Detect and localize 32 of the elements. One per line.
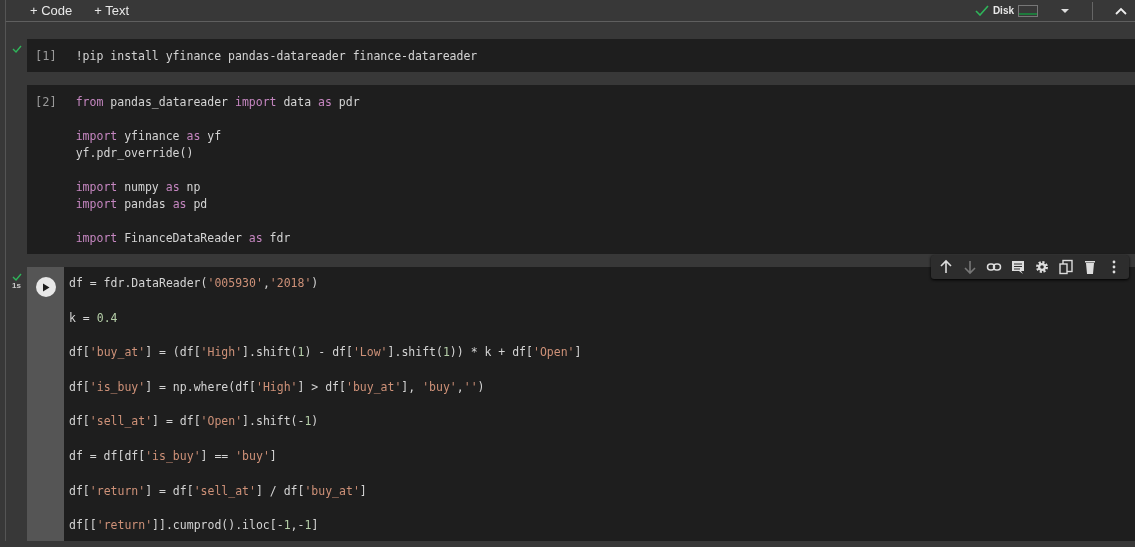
- code-line: k = 0.4: [69, 309, 119, 327]
- duration-label: 1s: [12, 281, 21, 290]
- code-line: df['sell_at'] = df['Open'].shift(-1): [69, 413, 320, 431]
- play-icon: [41, 282, 50, 292]
- comment-icon[interactable]: [1009, 258, 1027, 276]
- code-line: !pip install yfinance pandas-datareader finance-datareader: [75, 48, 479, 65]
- code-line: df['return'] = df['sell_at'] / df['buy_at']: [69, 482, 368, 500]
- move-down-icon[interactable]: [961, 258, 979, 276]
- disk-label: Disk: [992, 5, 1014, 16]
- code-line: import numpy as np: [75, 179, 202, 196]
- code-cell[interactable]: [1] !pip install yfinance pandas-datareader finance-datareader: [27, 39, 1135, 72]
- disk-meter-icon: [1018, 4, 1038, 17]
- code-cell[interactable]: [2] from pandas_datareader import data as pdr import yfinance as yf yf.pdr_override() import numpy as np import pandas as pd import FinanceDataReader as fdr: [27, 85, 1135, 254]
- code-line: yf.pdr_override(): [75, 145, 195, 162]
- execution-count: [1]: [35, 48, 57, 65]
- code-line: df['buy_at'] = (df['High'].shift(1) - df['Low'].shift(1)) * k + df['Open']: [69, 344, 583, 362]
- code-line: df[['return']].cumprod().iloc[-1,-1]: [69, 517, 320, 535]
- code-line: import FinanceDataReader as fdr: [75, 230, 292, 247]
- code-line: df = df[df['is_buy'] == 'buy']: [69, 447, 278, 465]
- code-line: df['is_buy'] = np.where(df['High'] > df['buy_at'], 'buy',''): [69, 378, 486, 396]
- code-line: from pandas_datareader import data as pdr: [75, 94, 361, 111]
- execution-count: [2]: [35, 94, 57, 111]
- run-button[interactable]: [35, 277, 56, 297]
- settings-icon[interactable]: [1033, 258, 1051, 276]
- dropdown-icon[interactable]: [1060, 7, 1070, 14]
- code-line: import yfinance as yf: [75, 128, 223, 145]
- code-cell[interactable]: [27, 267, 1135, 542]
- add-cell-button[interactable]: + Text: [90, 3, 134, 18]
- code-line: df = fdr.DataReader('005930','2018'): [69, 275, 320, 292]
- collapse-icon[interactable]: [1115, 6, 1127, 15]
- add-cell-button[interactable]: + Code: [26, 3, 77, 18]
- code-line: import pandas as pd: [75, 196, 209, 213]
